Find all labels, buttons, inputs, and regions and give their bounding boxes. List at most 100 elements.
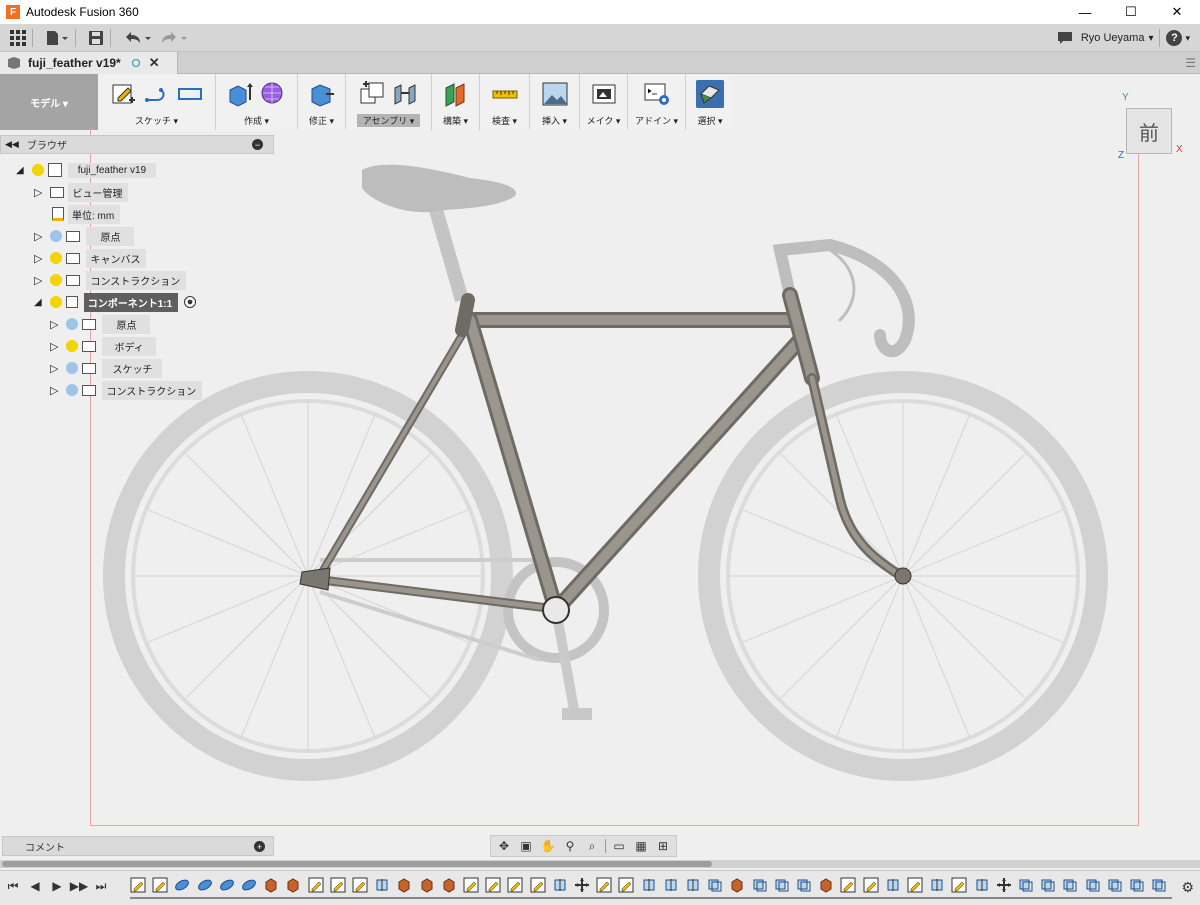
addins-menu-label[interactable]: アドイン ▾ — [629, 114, 684, 127]
tree-node-units[interactable]: 単位: mm — [52, 204, 121, 224]
timeline-revolve-icon[interactable] — [929, 877, 945, 893]
ribbon-group-addins[interactable]: アドイン ▾ — [628, 74, 686, 130]
grid-settings-icon[interactable]: ▦ — [632, 838, 650, 854]
timeline-sweep-icon[interactable] — [197, 877, 213, 893]
inspect-menu-label[interactable]: 検査 ▾ — [486, 114, 523, 127]
collapsed-triangle-icon[interactable]: ▷ — [34, 230, 42, 243]
save-button[interactable] — [88, 26, 104, 50]
timeline-sketch-icon[interactable] — [618, 877, 634, 893]
add-comment-icon[interactable]: + — [254, 841, 265, 852]
select-icon[interactable] — [696, 80, 724, 108]
timeline-revolve-icon[interactable] — [663, 877, 679, 893]
collapsed-triangle-icon[interactable]: ▷ — [50, 362, 58, 375]
ribbon-group-insert[interactable]: 挿入 ▾ — [530, 74, 580, 130]
timeline-sketch-icon[interactable] — [530, 877, 546, 893]
play-icon[interactable]: ▶ — [50, 879, 64, 893]
collapsed-triangle-icon[interactable]: ▷ — [34, 274, 42, 287]
timeline-combine-icon[interactable] — [1129, 877, 1145, 893]
close-button[interactable]: ✕ — [1154, 0, 1200, 24]
timeline-combine-icon[interactable] — [752, 877, 768, 893]
app-grid-button[interactable] — [10, 26, 26, 50]
expanded-triangle-icon[interactable]: ◢ — [34, 297, 42, 308]
close-tab-icon[interactable]: ✕ — [149, 55, 160, 71]
go-to-start-icon[interactable]: ⏮ — [6, 879, 20, 893]
timeline-revolve-icon[interactable] — [552, 877, 568, 893]
browser-header[interactable]: ◀◀ ブラウザ − — [0, 135, 274, 154]
visibility-bulb-icon[interactable] — [50, 230, 63, 242]
tree-node-component[interactable]: ◢ コンポーネント1:1 — [34, 292, 197, 312]
look-at-icon[interactable]: ▣ — [517, 838, 535, 854]
timeline-extrude-icon[interactable] — [818, 877, 834, 893]
timeline-combine-icon[interactable] — [1040, 877, 1056, 893]
comments-panel-header[interactable]: コメント + — [2, 836, 274, 856]
insert-canvas-icon[interactable] — [541, 80, 569, 108]
expanded-triangle-icon[interactable]: ◢ — [16, 165, 24, 176]
timeline-extrude-icon[interactable] — [419, 877, 435, 893]
step-back-icon[interactable]: ◀ — [28, 879, 42, 893]
timeline-sketch-icon[interactable] — [485, 877, 501, 893]
viewcube[interactable]: Y X Z 前 — [1118, 92, 1184, 166]
ribbon-group-assemble[interactable]: アセンブリ ▾ — [346, 74, 432, 130]
timeline-sketch-icon[interactable] — [463, 877, 479, 893]
assemble-menu-label[interactable]: アセンブリ ▾ — [356, 114, 421, 127]
scripts-addins-icon[interactable] — [643, 80, 671, 108]
rectangle-icon[interactable] — [176, 80, 204, 108]
collapsed-triangle-icon[interactable]: ▷ — [34, 186, 42, 199]
ribbon-group-create[interactable]: 作成 ▾ — [216, 74, 298, 130]
file-menu-button[interactable] — [45, 26, 69, 50]
more-tabs-icon[interactable]: ☰ — [1185, 56, 1196, 70]
user-dropdown-icon[interactable]: ▾ — [1148, 33, 1153, 44]
new-component-icon[interactable] — [358, 80, 386, 108]
timeline-move-icon[interactable] — [574, 877, 590, 893]
timeline-sketch-icon[interactable] — [907, 877, 923, 893]
orbit-icon[interactable]: ✥ — [495, 838, 513, 854]
make-menu-label[interactable]: メイク ▾ — [581, 114, 627, 127]
viewcube-front-face[interactable]: 前 — [1126, 108, 1172, 154]
line-icon[interactable] — [143, 80, 171, 108]
create-sketch-icon[interactable] — [110, 80, 138, 108]
visibility-bulb-icon[interactable] — [31, 164, 44, 176]
workspace-switcher[interactable]: モデル ▾ — [0, 74, 98, 130]
visibility-bulb-icon[interactable] — [50, 252, 63, 264]
timeline-sweep-icon[interactable] — [174, 877, 190, 893]
timeline-extrude-icon[interactable] — [285, 877, 301, 893]
timeline-settings-icon[interactable]: ⚙ — [1181, 879, 1194, 896]
visibility-bulb-icon[interactable] — [49, 296, 62, 308]
collapsed-triangle-icon[interactable]: ▷ — [50, 318, 58, 331]
3d-print-icon[interactable] — [590, 80, 618, 108]
maximize-button[interactable]: ☐ — [1108, 0, 1154, 24]
ribbon-group-select[interactable]: 選択 ▾ — [686, 74, 734, 130]
timeline-sketch-icon[interactable] — [863, 877, 879, 893]
tree-node-root[interactable]: ◢ fuji_feather v19 — [16, 161, 157, 179]
timeline-move-icon[interactable] — [996, 877, 1012, 893]
collapsed-triangle-icon[interactable]: ▷ — [50, 384, 58, 397]
timeline-revolve-icon[interactable] — [685, 877, 701, 893]
minimize-button[interactable]: — — [1062, 0, 1108, 24]
viewports-icon[interactable]: ⊞ — [654, 838, 672, 854]
collapse-panel-icon[interactable]: ◀◀ — [5, 139, 19, 150]
timeline-sketch-icon[interactable] — [308, 877, 324, 893]
visibility-bulb-icon[interactable] — [66, 362, 79, 374]
browser-pin-icon[interactable]: − — [252, 139, 263, 150]
timeline-combine-icon[interactable] — [1018, 877, 1034, 893]
ribbon-group-inspect[interactable]: 検査 ▾ — [480, 74, 530, 130]
timeline-revolve-icon[interactable] — [885, 877, 901, 893]
press-pull-icon[interactable] — [308, 80, 336, 108]
timeline-sweep-icon[interactable] — [241, 877, 257, 893]
sketch-menu-label[interactable]: スケッチ ▾ — [129, 114, 184, 127]
ribbon-group-make[interactable]: メイク ▾ — [580, 74, 628, 130]
visibility-bulb-icon[interactable] — [66, 340, 79, 352]
timeline-combine-icon[interactable] — [1085, 877, 1101, 893]
timeline-sketch-icon[interactable] — [596, 877, 612, 893]
tree-node-sketches[interactable]: ▷ スケッチ — [50, 358, 163, 378]
zoom-icon[interactable]: ⚲ — [561, 838, 579, 854]
timeline-sketch-icon[interactable] — [840, 877, 856, 893]
tree-node-comp-construction[interactable]: ▷ コンストラクション — [50, 380, 203, 400]
display-settings-icon[interactable]: ▭ — [610, 838, 628, 854]
ribbon-group-sketch[interactable]: スケッチ ▾ — [98, 74, 216, 130]
timeline-extrude-icon[interactable] — [396, 877, 412, 893]
go-to-end-icon[interactable]: ⏭ — [94, 879, 108, 893]
user-name[interactable]: Ryo Ueyama — [1081, 32, 1145, 44]
tree-node-origin[interactable]: ▷ 原点 — [34, 226, 135, 246]
timeline-sketch-icon[interactable] — [352, 877, 368, 893]
